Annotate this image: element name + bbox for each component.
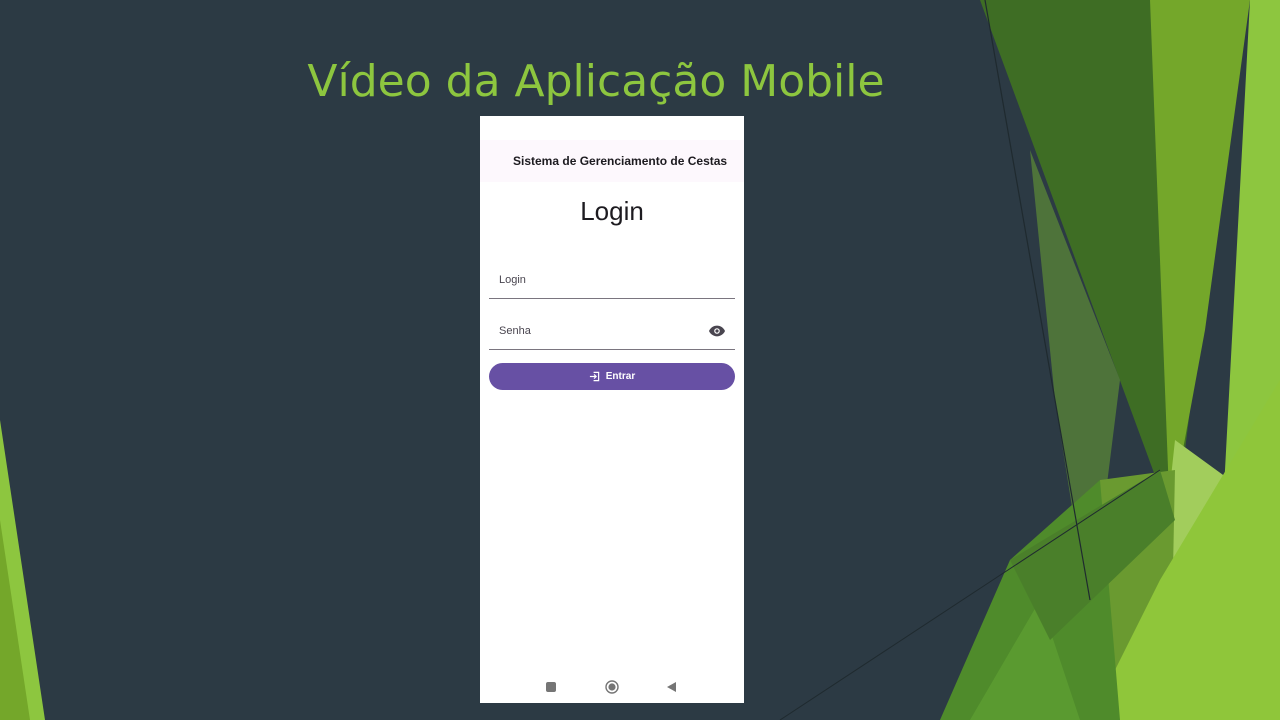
back-icon[interactable] — [665, 680, 679, 694]
phone-screen: Sistema de Gerenciamento de Cestas Login… — [480, 116, 744, 703]
home-icon[interactable] — [605, 680, 619, 694]
app-bar-title: Sistema de Gerenciamento de Cestas — [513, 154, 728, 168]
eye-icon[interactable] — [709, 324, 725, 338]
slide-title: Vídeo da Aplicação Mobile — [307, 56, 885, 107]
login-field[interactable] — [489, 262, 735, 299]
system-nav-bar — [480, 674, 744, 700]
entrar-button[interactable]: Entrar — [489, 363, 735, 390]
password-input[interactable] — [499, 325, 699, 337]
login-icon — [589, 371, 599, 382]
entrar-button-label: Entrar — [605, 371, 636, 382]
login-input[interactable] — [499, 274, 699, 286]
login-heading: Login — [580, 196, 644, 226]
slide: Vídeo da Aplicação Mobile Sistema de Ger… — [0, 0, 1280, 720]
app-bar: Sistema de Gerenciamento de Cestas — [480, 140, 744, 182]
recents-icon[interactable] — [544, 680, 558, 694]
password-field[interactable] — [489, 313, 735, 350]
